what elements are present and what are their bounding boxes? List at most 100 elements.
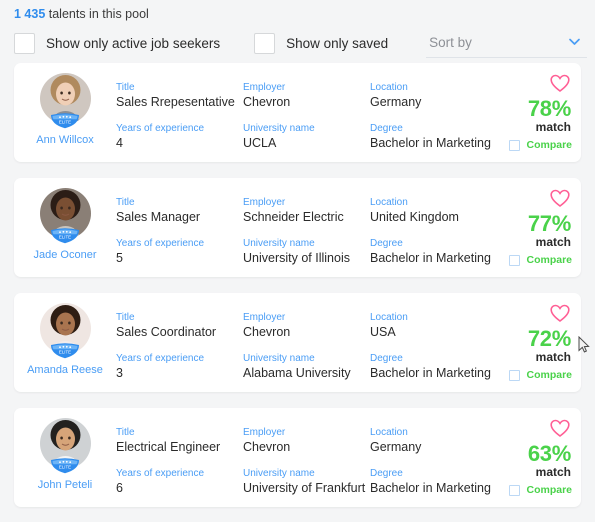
avatar-wrap[interactable]: ELITE bbox=[39, 73, 91, 129]
match-percent: 77% bbox=[527, 211, 571, 236]
candidate-fields: Title Sales Coordinator Years of experienc… bbox=[116, 293, 500, 392]
field-column-title: Title Sales Rrepesentative Years of experi… bbox=[116, 81, 243, 162]
active-seekers-label: Show only active job seekers bbox=[46, 35, 221, 51]
label-location: Location bbox=[370, 197, 408, 208]
value-title: Electrical Engineer bbox=[116, 440, 221, 454]
heart-icon[interactable] bbox=[550, 304, 570, 323]
field-column-employer: Employer Chevron University name UCLA bbox=[243, 81, 370, 162]
label-university: University name bbox=[243, 468, 315, 479]
compare-control[interactable]: Compare bbox=[509, 484, 572, 496]
label-employer: Employer bbox=[243, 197, 286, 208]
talent-card[interactable]: ELITE Jade Oconer Title Sales Manager Years … bbox=[14, 178, 581, 277]
field-column-title: Title Electrical Engineer Years of experie… bbox=[116, 426, 243, 507]
filter-active-seekers[interactable]: Show only active job seekers bbox=[14, 32, 221, 54]
label-years: Years of experience bbox=[116, 238, 205, 249]
field-column-title: Title Sales Coordinator Years of experienc… bbox=[116, 311, 243, 392]
compare-control[interactable]: Compare bbox=[509, 254, 572, 266]
candidate-name-link[interactable]: John Peteli bbox=[38, 479, 92, 491]
field-column-location: Location United Kingdom Degree Bachelor in … bbox=[370, 196, 500, 277]
label-location: Location bbox=[370, 427, 408, 438]
pool-header: 1 435 talents in this pool bbox=[0, 0, 595, 23]
value-university: University of Illinois bbox=[243, 251, 350, 265]
label-degree: Degree bbox=[370, 353, 403, 364]
value-location: Germany bbox=[370, 440, 422, 454]
avatar-wrap[interactable]: ELITE bbox=[39, 188, 91, 244]
compare-checkbox[interactable] bbox=[509, 139, 521, 151]
match-label: match bbox=[535, 235, 571, 249]
only-saved-checkbox[interactable] bbox=[254, 32, 276, 54]
label-location: Location bbox=[370, 312, 408, 323]
compare-checkbox[interactable] bbox=[509, 254, 521, 266]
candidate-name-link[interactable]: Ann Willcox bbox=[36, 134, 93, 146]
heart-icon[interactable] bbox=[550, 419, 570, 438]
value-employer: Schneider Electric bbox=[243, 210, 344, 224]
label-years: Years of experience bbox=[116, 353, 205, 364]
avatar-wrap[interactable]: ELITE bbox=[39, 418, 91, 474]
label-title: Title bbox=[116, 427, 135, 438]
match-percent: 78% bbox=[527, 96, 571, 121]
talent-card[interactable]: ELITE Amanda Reese Title Sales Coordinator Y… bbox=[14, 293, 581, 392]
match-percent: 72% bbox=[527, 326, 571, 351]
elite-badge-icon: ELITE bbox=[50, 342, 80, 359]
label-university: University name bbox=[243, 123, 315, 134]
filter-bar: Show only active job seekers Show only s… bbox=[0, 23, 595, 63]
label-employer: Employer bbox=[243, 312, 286, 323]
filter-only-saved[interactable]: Show only saved bbox=[254, 32, 389, 54]
compare-checkbox[interactable] bbox=[509, 369, 521, 381]
label-title: Title bbox=[116, 312, 135, 323]
field-column-location: Location Germany Degree Bachelor in Marketi… bbox=[370, 426, 500, 507]
label-years: Years of experience bbox=[116, 468, 205, 479]
label-degree: Degree bbox=[370, 123, 403, 134]
talent-card[interactable]: ELITE Ann Willcox Title Sales Rrepesentativ… bbox=[14, 63, 581, 162]
value-location: United Kingdom bbox=[370, 210, 459, 224]
match-label: match bbox=[535, 120, 571, 134]
value-title: Sales Manager bbox=[116, 210, 201, 224]
active-seekers-checkbox[interactable] bbox=[14, 32, 35, 54]
svg-text:ELITE: ELITE bbox=[59, 350, 71, 355]
compare-label: Compare bbox=[526, 254, 572, 266]
avatar-wrap[interactable]: ELITE bbox=[39, 303, 91, 359]
value-title: Sales Rrepesentative bbox=[116, 95, 235, 109]
sort-by-value: Sort by bbox=[429, 35, 472, 50]
svg-text:ELITE: ELITE bbox=[59, 120, 71, 125]
value-title: Sales Coordinator bbox=[116, 325, 217, 339]
label-degree: Degree bbox=[370, 238, 403, 249]
compare-checkbox[interactable] bbox=[509, 484, 521, 496]
heart-icon[interactable] bbox=[550, 74, 570, 93]
match-label: match bbox=[535, 350, 571, 364]
avatar-block: ELITE Ann Willcox bbox=[14, 63, 116, 162]
chevron-down-icon[interactable] bbox=[568, 35, 581, 48]
match-percent: 63% bbox=[527, 441, 571, 466]
elite-badge-icon: ELITE bbox=[50, 112, 80, 129]
svg-text:ELITE: ELITE bbox=[59, 235, 71, 240]
avatar-block: ELITE John Peteli bbox=[14, 408, 116, 507]
candidate-fields: Title Electrical Engineer Years of experie… bbox=[116, 408, 500, 507]
candidate-name-link[interactable]: Amanda Reese bbox=[27, 364, 103, 376]
compare-label: Compare bbox=[526, 139, 572, 151]
heart-icon[interactable] bbox=[550, 189, 570, 208]
field-column-employer: Employer Chevron University name Alabama Un… bbox=[243, 311, 370, 392]
value-degree: Bachelor in Marketing bbox=[370, 251, 491, 265]
field-column-title: Title Sales Manager Years of experience 5 bbox=[116, 196, 243, 277]
sort-by-select[interactable]: Sort by bbox=[426, 28, 587, 58]
compare-control[interactable]: Compare bbox=[509, 139, 572, 151]
label-years: Years of experience bbox=[116, 123, 205, 134]
value-years: 3 bbox=[116, 366, 123, 380]
compare-control[interactable]: Compare bbox=[509, 369, 572, 381]
elite-badge-icon: ELITE bbox=[50, 457, 80, 474]
value-location: USA bbox=[370, 325, 396, 339]
field-column-location: Location Germany Degree Bachelor in Marketi… bbox=[370, 81, 500, 162]
value-years: 4 bbox=[116, 136, 123, 150]
talent-count: 1 435 bbox=[14, 7, 46, 21]
label-degree: Degree bbox=[370, 468, 403, 479]
match-block: 63% match Compare bbox=[500, 408, 584, 507]
talent-card[interactable]: ELITE John Peteli Title Electrical Engineer… bbox=[14, 408, 581, 507]
compare-label: Compare bbox=[526, 369, 572, 381]
value-university: UCLA bbox=[243, 136, 277, 150]
talent-card-list: ELITE Ann Willcox Title Sales Rrepesentativ… bbox=[0, 63, 595, 507]
value-employer: Chevron bbox=[243, 95, 291, 109]
candidate-name-link[interactable]: Jade Oconer bbox=[34, 249, 97, 261]
value-university: University of Frankfurt bbox=[243, 481, 366, 495]
only-saved-label: Show only saved bbox=[286, 35, 389, 51]
value-years: 6 bbox=[116, 481, 123, 495]
